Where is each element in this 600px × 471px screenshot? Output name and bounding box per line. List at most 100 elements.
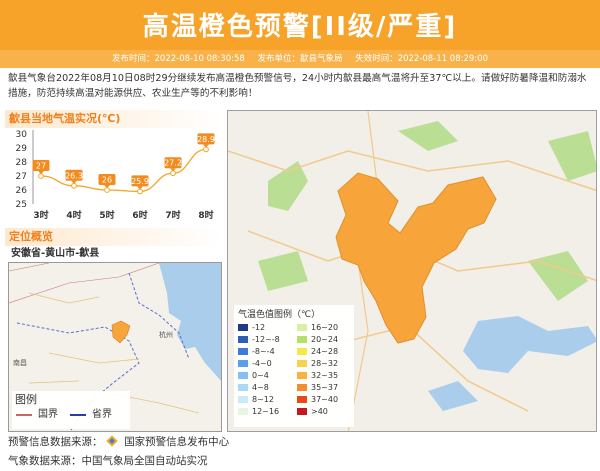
legend-item: 24~28 [297, 346, 354, 357]
temperature-legend-title: 气温色值图例（℃） [238, 310, 321, 320]
publish-time: 发布时间：2022-08-10 08:30:58 [112, 54, 245, 64]
overview-map[interactable]: 南昌 杭州 图例 国界 省界 [8, 262, 222, 432]
legend-item: 20~24 [297, 334, 354, 345]
warning-center-logo-icon [106, 435, 118, 447]
legend-label: >40 [311, 407, 328, 416]
legend-item: -8~-4 [238, 346, 295, 357]
province-border-swatch [70, 414, 86, 416]
meta-bar: 发布时间：2022-08-10 08:30:58 发布单位：歙县气象局 失效时间… [0, 50, 600, 68]
legend-swatch [297, 372, 307, 379]
data-label: 27 [36, 162, 46, 171]
legend-item: 37~40 [297, 394, 354, 405]
temperature-chart-section: 歙县当地气温实况(℃) 25 26 27 28 29 30 27 3时 26.3 4时 26 5时 25… [5, 110, 223, 222]
legend-item: >40 [297, 406, 354, 417]
warning-title: 高温橙色预警[II级/严重] [142, 12, 458, 42]
legend-swatch [297, 384, 307, 391]
place-label-hangzhou: 杭州 [159, 330, 173, 339]
data-point [104, 187, 110, 193]
warning-description: 歙县气象台2022年08月10日08时29分继续发布高温橙色预警信号，24小时内… [8, 73, 587, 99]
legend-label: 12~16 [252, 407, 280, 416]
legend-swatch [238, 324, 248, 331]
legend-item: 32~35 [297, 370, 354, 381]
overview-legend-title: 图例 [15, 393, 37, 406]
legend-item: -12~-8 [238, 334, 295, 345]
legend-label: 16~20 [311, 323, 339, 332]
x-tick-label: 3时 [33, 209, 48, 221]
legend-swatch [238, 408, 248, 415]
legend-item: 8~12 [238, 394, 295, 405]
warning-source-label: 预警信息数据来源： [8, 436, 103, 448]
data-label-pointer [71, 180, 77, 184]
legend-label: 35~37 [311, 383, 339, 392]
publisher: 发布单位：歙县气象局 [257, 54, 343, 64]
legend-label: 20~24 [311, 335, 339, 344]
legend-label: 0~4 [252, 371, 269, 380]
y-tick-label: 29 [16, 144, 28, 154]
legend-label: 32~35 [311, 371, 339, 380]
location-name: 安徽省-黄山市-歙县 [11, 248, 100, 259]
data-label: 28.9 [197, 135, 215, 144]
legend-item: 16~20 [297, 322, 354, 333]
temperature-color-legend: 气温色值图例（℃） -12 16~20 -12~-8 20~24 -8~-4 24~28-… [234, 305, 354, 427]
weather-source-line: 气象数据来源：中国气象局全国自动站实况 [8, 455, 208, 467]
location-overview-section: 定位概览 安徽省-黄山市-歙县 南昌 杭州 图例 国界 省界 [5, 228, 223, 432]
temperature-chart-title: 歙县当地气温实况(℃) [5, 110, 223, 128]
temperature-legend-grid: -12 16~20 -12~-8 20~24 -8~-4 24~28 -4~0 28~32 0~… [234, 322, 354, 417]
legend-item: 12~16 [238, 406, 295, 417]
legend-item: 28~32 [297, 358, 354, 369]
legend-label: 8~12 [252, 395, 274, 404]
data-label-pointer [104, 185, 110, 188]
y-tick-label: 27 [16, 172, 27, 182]
header-banner: 高温橙色预警[II级/严重] [0, 0, 600, 50]
y-tick-label: 26 [16, 186, 28, 196]
legend-swatch [297, 348, 307, 355]
legend-item: 4~8 [238, 382, 295, 393]
legend-country-border: 国界 [38, 409, 58, 420]
legend-item: 35~37 [297, 382, 354, 393]
data-label: 27.2 [164, 159, 182, 168]
legend-province-border: 省界 [92, 409, 112, 420]
legend-label: -12~-8 [252, 335, 280, 344]
legend-label: 4~8 [252, 383, 269, 392]
left-panel: 歙县当地气温实况(℃) 25 26 27 28 29 30 27 3时 26.3 4时 26 5时 25… [5, 110, 223, 432]
legend-label: -8~-4 [252, 347, 275, 356]
y-tick-label: 25 [16, 200, 27, 210]
legend-swatch [297, 396, 307, 403]
legend-swatch [297, 360, 307, 367]
legend-swatch [238, 348, 248, 355]
main-map[interactable]: 气温色值图例（℃） -12 16~20 -12~-8 20~24 -8~-4 24~28-… [227, 110, 597, 432]
overview-legend: 图例 国界 省界 [12, 391, 130, 429]
data-label-pointer [203, 144, 209, 148]
legend-swatch [238, 372, 248, 379]
x-tick-label: 7时 [165, 209, 180, 221]
legend-label: 28~32 [311, 359, 339, 368]
data-label: 25.9 [131, 177, 149, 186]
x-tick-label: 4时 [66, 209, 81, 221]
legend-label: -4~0 [252, 359, 272, 368]
data-point [71, 182, 77, 189]
expire-time: 失效时间：2022-08-11 08:29:00 [355, 54, 488, 64]
data-label: 26 [102, 176, 112, 185]
legend-swatch [297, 336, 307, 343]
legend-swatch [238, 384, 248, 391]
legend-swatch [297, 408, 307, 415]
y-tick-label: 30 [16, 130, 28, 140]
location-overview-title: 定位概览 [5, 228, 223, 246]
legend-swatch [238, 336, 248, 343]
x-tick-label: 8时 [198, 209, 213, 221]
temperature-line-chart: 25 26 27 28 29 30 27 3时 26.3 4时 26 5时 25.9 6时 27.2 7时 28… [16, 130, 215, 221]
data-label-pointer [38, 171, 44, 174]
legend-label: 37~40 [311, 395, 339, 404]
legend-item: -12 [238, 322, 295, 333]
x-tick-label: 6时 [132, 209, 147, 221]
warning-source-line: 预警信息数据来源： 国家预警信息发布中心 [8, 434, 229, 449]
data-point [38, 173, 44, 179]
data-label: 26.3 [65, 171, 83, 180]
data-point [203, 146, 209, 153]
legend-swatch [238, 360, 248, 367]
data-label-pointer [170, 168, 176, 172]
warning-source-name[interactable]: 国家预警信息发布中心 [124, 436, 229, 448]
y-tick-label: 28 [16, 158, 28, 168]
data-point [170, 170, 176, 177]
country-border-swatch [16, 414, 32, 416]
